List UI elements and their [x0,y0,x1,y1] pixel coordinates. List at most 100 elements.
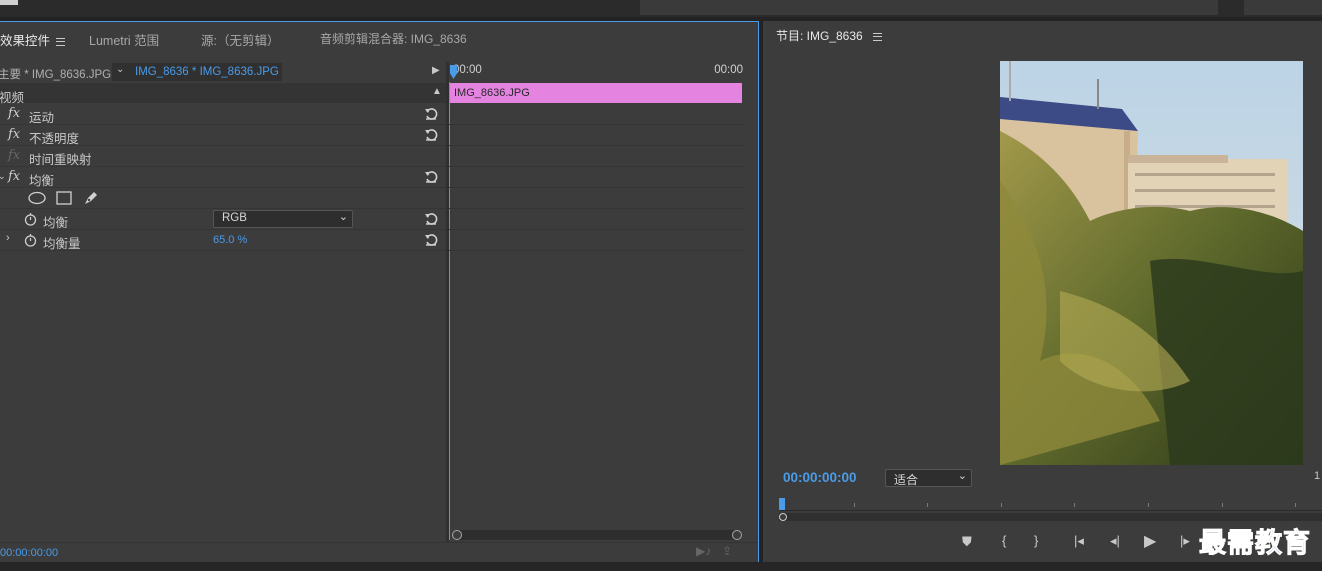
pen-mask-icon[interactable] [83,190,99,206]
zoom-handle-left[interactable] [779,513,787,521]
step-back-icon[interactable]: ◂| [1110,533,1120,549]
timeline-gridline [449,124,745,125]
workspace-bar [0,0,1322,17]
collapse-up-icon[interactable]: ▲ [432,86,442,97]
ruler-tick [854,503,855,507]
timeline-gridline [449,208,745,209]
ruler-end-time: 00:00 [714,64,743,76]
resolution-partial-label[interactable]: 1 [1314,470,1320,482]
timeline-gridline [449,145,745,146]
mask-tools-row [0,188,446,209]
step-forward-icon[interactable]: |▸ [1180,533,1190,549]
playhead-icon[interactable] [450,65,457,79]
stopwatch-icon[interactable] [24,212,37,226]
go-to-in-icon[interactable]: |◂ [1074,533,1084,549]
effect-name: 时间重映射 [29,153,92,167]
effect-timeline-ruler[interactable]: 00:00 00:00 [449,62,745,82]
ruler-tick [1295,503,1296,507]
ruler-tick [927,503,928,507]
panel-header: 效果控件 Lumetri 范围 源:（无剪辑） 音频剪辑混合器: IMG_863… [0,22,758,50]
tab-effect-controls[interactable]: 效果控件 [0,30,66,49]
program-timecode[interactable]: 00:00:00:00 [783,470,857,485]
current-timecode[interactable]: 00:00:00:00 [0,547,58,559]
effect-row-time-remap[interactable]: fx 时间重映射 [0,146,446,167]
scrollbar-handle-right[interactable] [732,530,742,540]
scrollbar-handle-left[interactable] [452,530,462,540]
mark-in-icon[interactable]: { [1002,533,1006,548]
effect-row-equalize[interactable]: ⌄ fx 均衡 [0,167,446,188]
play-icon[interactable]: ▶ [1144,531,1156,551]
zoom-level-dropdown[interactable]: 适合 ⌄ [885,469,972,487]
tab-source[interactable]: 源:（无剪辑） [201,30,279,49]
ruler-tick [1148,503,1149,507]
fx-icon[interactable]: fx [8,127,20,142]
fx-icon[interactable]: fx [8,169,20,184]
add-marker-icon[interactable]: ⛊ [962,534,972,550]
param-name: 均衡 [43,216,69,230]
play-triangle-icon[interactable]: ▶ [432,65,440,76]
ruler-tick [1222,503,1223,507]
rectangle-mask-icon[interactable] [56,191,72,205]
master-clip-label[interactable]: 主要 * IMG_8636.JPG [0,66,111,82]
effect-controls-footer: 00:00:00:00 ▶♪ ⇪ [0,542,758,562]
zoom-level-value: 适合 [894,473,919,487]
dropdown-value: RGB [222,212,247,224]
ruler-baseline [779,510,1322,511]
reset-icon[interactable] [424,170,438,184]
param-row-equalize[interactable]: 均衡 RGB ⌄ [0,209,446,230]
param-name: 均衡量 [43,237,81,251]
timeline-gridline [449,187,745,188]
playhead-line [449,82,450,540]
stopwatch-icon[interactable] [24,233,37,247]
chevron-down-icon: ⌄ [957,470,967,482]
fx-icon: fx [8,148,21,163]
ruler-tick [1074,503,1075,507]
program-playhead-icon[interactable] [779,498,785,510]
effect-name: 运动 [29,111,55,125]
param-row-equalize-amount[interactable]: › 均衡量 65.0 % [0,230,446,251]
bottom-strip [0,562,1322,571]
program-monitor-title[interactable]: 节目: IMG_8636 [776,27,882,44]
audio-solo-icon[interactable]: ▶♪ [696,544,711,558]
reset-icon[interactable] [424,128,438,142]
watermark-logo: 最需教育 [1199,528,1311,560]
timeline-gridline [449,166,745,167]
export-icon[interactable]: ⇪ [722,544,732,558]
effect-row-motion[interactable]: fx 运动 [0,104,446,125]
timeline-zoom-scrollbar[interactable] [452,530,742,540]
clip-label: IMG_8636.JPG [454,87,530,99]
tab-audio-clip-mixer[interactable]: 音频剪辑混合器: IMG_8636 [320,30,467,47]
reset-icon[interactable] [424,107,438,121]
panel-menu-icon[interactable] [56,37,66,46]
workspace-tabs-right[interactable] [1244,0,1322,15]
reset-icon[interactable] [424,233,438,247]
video-section-header[interactable]: 视频 ▲ [0,83,446,105]
ruler-track [779,513,1322,521]
timeline-clip[interactable]: IMG_8636.JPG [449,83,742,103]
fx-icon[interactable]: fx [8,106,20,121]
equalize-mode-dropdown[interactable]: RGB ⌄ [213,210,353,228]
panel-menu-icon[interactable] [872,32,882,41]
clip-breadcrumb: 主要 * IMG_8636.JPG ⌄ IMG_8636 * IMG_8636.… [0,62,446,82]
tab-lumetri-scopes[interactable]: Lumetri 范围 [89,30,159,49]
effect-name: 均衡 [29,174,55,188]
timeline-gridline [449,229,745,230]
effect-name: 不透明度 [29,132,80,146]
timeline-gridline [449,250,745,251]
mark-out-icon[interactable]: } [1034,533,1038,548]
equalize-amount-value[interactable]: 65.0 % [213,234,247,246]
chevron-down-icon: ⌄ [116,64,125,75]
workspace-tabs[interactable] [640,0,1218,15]
sequence-clip-label: IMG_8636 * IMG_8636.JPG [135,66,279,78]
program-video-frame[interactable] [1000,61,1303,465]
expand-chevron-icon[interactable]: ⌄ [0,171,6,182]
chevron-down-icon: ⌄ [338,211,348,223]
expand-chevron-icon[interactable]: › [6,232,10,244]
ruler-start-time: 00:00 [453,64,482,76]
ellipse-mask-icon[interactable] [28,191,46,205]
workspace-menu-icon[interactable] [0,0,18,5]
effect-row-opacity[interactable]: fx 不透明度 [0,125,446,146]
reset-icon[interactable] [424,212,438,226]
program-timeline-ruler[interactable] [779,497,1322,523]
sequence-clip-selector[interactable]: ⌄ IMG_8636 * IMG_8636.JPG [112,63,282,81]
